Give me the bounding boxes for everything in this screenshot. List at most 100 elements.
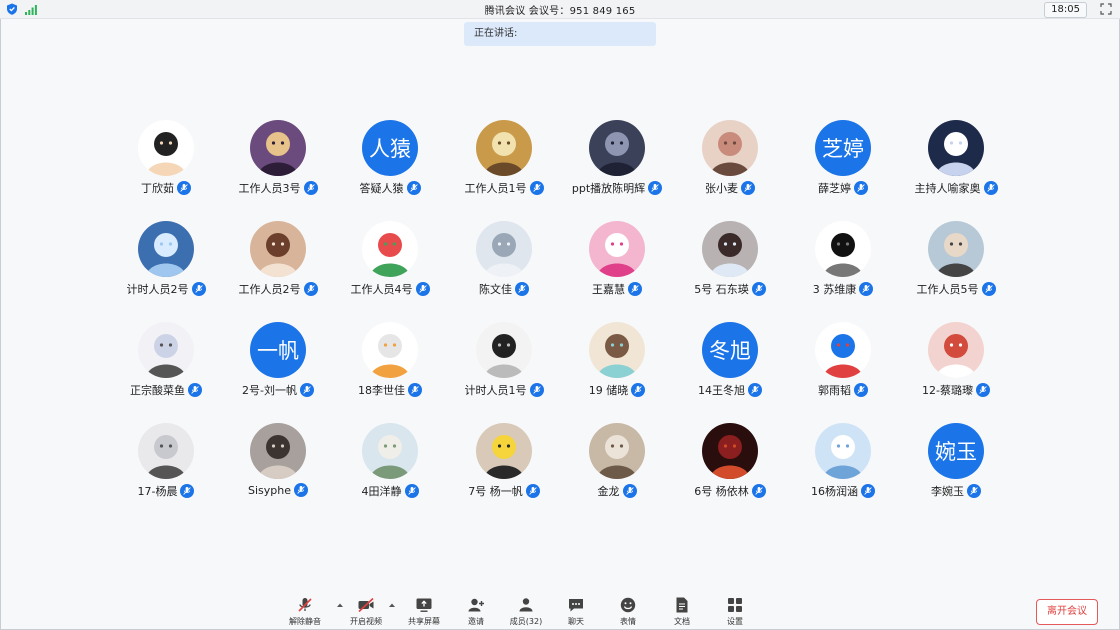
- participant-name: 计时人员2号: [126, 283, 189, 296]
- participant-name: 答疑人猿: [359, 182, 404, 195]
- muted-mic-icon: [303, 282, 318, 296]
- chat-button[interactable]: 聊天: [548, 596, 604, 630]
- participant-name: 陈文佳: [479, 283, 512, 296]
- participant-tile[interactable]: 主持人喻家奥: [906, 120, 1006, 200]
- participant-tile[interactable]: 张小麦: [680, 120, 780, 200]
- avatar: [815, 322, 871, 378]
- avatar: [138, 423, 194, 479]
- participant-tile[interactable]: 冬旭 14王冬旭: [680, 322, 780, 402]
- participant-tile[interactable]: 芝婷 薛芝婷: [793, 120, 893, 200]
- participant-name-row: 14王冬旭: [680, 382, 780, 398]
- participant-name-row: Sisyphe: [228, 483, 328, 497]
- settings-button[interactable]: 设置: [707, 596, 763, 630]
- participant-name-row: 17-杨晨: [116, 483, 216, 499]
- meeting-toolbar: 解除静音 开启视频 共享屏幕 邀请 成员(32) 聊天 表情 文档 设置: [0, 588, 1120, 630]
- members-button[interactable]: 成员(32): [498, 596, 554, 630]
- avatar: [476, 120, 532, 176]
- leave-meeting-button[interactable]: 离开会议: [1036, 599, 1098, 625]
- participant-tile[interactable]: 16杨润涵: [793, 423, 893, 503]
- muted-mic-icon: [859, 282, 874, 296]
- participant-grid: 丁欣茹 工作人员3号 人猿 答疑人猿 工作人员1号 ppt播放陈明辉 张小麦 芝婷 薛芝婷 主持人…: [0, 0, 1120, 580]
- avatar: [138, 322, 194, 378]
- muted-mic-icon: [981, 282, 996, 296]
- avatar: 冬旭: [702, 322, 758, 378]
- muted-mic-icon: [294, 483, 308, 497]
- avatar: [476, 322, 532, 378]
- participant-tile[interactable]: 婉玉 李婉玉: [906, 423, 1006, 503]
- muted-mic-icon: [983, 181, 998, 195]
- avatar: [702, 423, 758, 479]
- video-button[interactable]: 开启视频: [338, 596, 394, 630]
- participant-tile[interactable]: 19 储晓: [567, 322, 667, 402]
- participant-tile[interactable]: 计时人员2号: [116, 221, 216, 301]
- invite-button[interactable]: 邀请: [448, 596, 504, 630]
- avatar: [250, 120, 306, 176]
- video-label: 开启视频: [350, 617, 382, 626]
- muted-mic-icon: [404, 484, 419, 498]
- avatar: [702, 120, 758, 176]
- invite-label: 邀请: [468, 617, 484, 626]
- settings-label: 设置: [727, 617, 743, 626]
- docs-button[interactable]: 文档: [654, 596, 710, 630]
- muted-mic-icon: [191, 282, 206, 296]
- participant-tile[interactable]: 丁欣茹: [116, 120, 216, 200]
- participant-tile[interactable]: 工作人员5号: [906, 221, 1006, 301]
- participant-tile[interactable]: 4田洋静: [340, 423, 440, 503]
- participant-name-row: 王嘉慧: [567, 281, 667, 297]
- share-screen-button[interactable]: 共享屏幕: [396, 596, 452, 630]
- participant-tile[interactable]: 计时人员1号: [454, 322, 554, 402]
- document-icon: [676, 597, 688, 613]
- participant-tile[interactable]: 金龙: [567, 423, 667, 503]
- participant-tile[interactable]: 工作人员1号: [454, 120, 554, 200]
- muted-mic-icon: [525, 484, 540, 498]
- avatar: [928, 322, 984, 378]
- participant-tile[interactable]: 工作人员4号: [340, 221, 440, 301]
- muted-mic-icon: [299, 383, 314, 397]
- emoji-icon: [620, 597, 636, 613]
- participant-tile[interactable]: 一帆 2号-刘一帆: [228, 322, 328, 402]
- muted-mic-icon: [631, 383, 646, 397]
- muted-mic-icon: [622, 484, 637, 498]
- participant-name-row: 16杨润涵: [793, 483, 893, 499]
- participant-name-row: 丁欣茹: [116, 180, 216, 196]
- participant-tile[interactable]: 17-杨晨: [116, 423, 216, 503]
- participant-tile[interactable]: 7号 杨一帆: [454, 423, 554, 503]
- avatar: [589, 120, 645, 176]
- participant-name: 3 苏维康: [812, 283, 857, 296]
- participant-name: 金龙: [597, 485, 620, 498]
- participant-name: 18李世佳: [358, 384, 405, 397]
- muted-mic-icon: [298, 598, 312, 612]
- participant-name: ppt播放陈明辉: [571, 182, 646, 195]
- mute-button[interactable]: 解除静音: [277, 596, 333, 630]
- participant-tile[interactable]: 18李世佳: [340, 322, 440, 402]
- grid-settings-icon: [728, 598, 742, 612]
- chat-label: 聊天: [568, 617, 584, 626]
- avatar: [589, 322, 645, 378]
- participant-tile[interactable]: 王嘉慧: [567, 221, 667, 301]
- participant-tile[interactable]: 12-蔡璐瓈: [906, 322, 1006, 402]
- participant-name-row: 计时人员2号: [116, 281, 216, 297]
- participant-tile[interactable]: 陈文佳: [454, 221, 554, 301]
- avatar: [589, 423, 645, 479]
- participant-name-row: 工作人员4号: [340, 281, 440, 297]
- participant-name-row: 7号 杨一帆: [454, 483, 554, 499]
- participant-tile[interactable]: 工作人员3号: [228, 120, 328, 200]
- muted-mic-icon: [180, 484, 195, 498]
- avatar: [362, 423, 418, 479]
- avatar: [250, 221, 306, 277]
- avatar: [815, 423, 871, 479]
- participant-tile[interactable]: 6号 杨依林: [680, 423, 780, 503]
- participant-tile[interactable]: 工作人员2号: [228, 221, 328, 301]
- reactions-button[interactable]: 表情: [600, 596, 656, 630]
- muted-mic-icon: [177, 181, 191, 195]
- participant-tile[interactable]: 正宗酸菜鱼: [116, 322, 216, 402]
- participant-tile[interactable]: 郭雨韬: [793, 322, 893, 402]
- video-options-caret-icon[interactable]: [388, 602, 396, 608]
- avatar: 一帆: [250, 322, 306, 378]
- participant-tile[interactable]: 人猿 答疑人猿: [340, 120, 440, 200]
- participant-tile[interactable]: 3 苏维康: [793, 221, 893, 301]
- participant-tile[interactable]: 5号 石东瑛: [680, 221, 780, 301]
- participant-name: 7号 杨一帆: [468, 485, 523, 498]
- participant-tile[interactable]: ppt播放陈明辉: [567, 120, 667, 200]
- participant-tile[interactable]: Sisyphe: [228, 423, 328, 503]
